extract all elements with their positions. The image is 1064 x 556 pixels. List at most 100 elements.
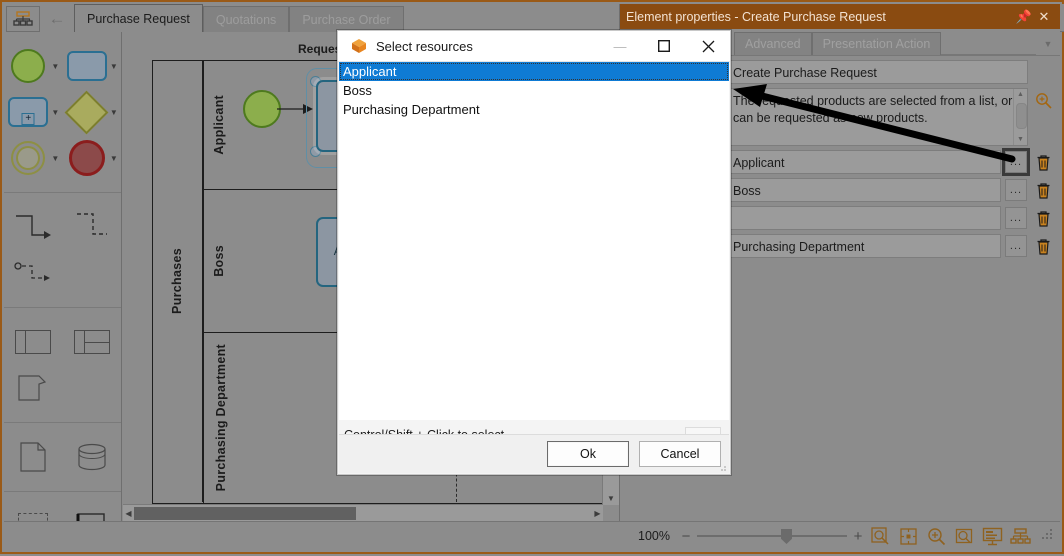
palette-row — [4, 253, 121, 293]
palette-item-lane[interactable] — [7, 322, 59, 362]
palette-item-association[interactable] — [7, 253, 59, 293]
resize-grip-icon[interactable] — [717, 461, 727, 471]
red-circle-icon — [66, 138, 108, 178]
dialog-title-bar[interactable]: Select resources — — [338, 31, 730, 62]
palette-item-sequence-flow[interactable] — [7, 207, 59, 247]
palette-item-message-flow[interactable] — [66, 207, 118, 247]
palette-item-text-annotation[interactable] — [66, 506, 118, 522]
palette-item-task[interactable]: ▼ — [66, 46, 118, 86]
palette-item-group[interactable] — [7, 506, 59, 522]
palette-item-pool[interactable] — [66, 322, 118, 362]
scroll-down-icon[interactable]: ▼ — [603, 491, 619, 505]
select-resources-dialog[interactable]: Select resources — Applicant Boss Purcha… — [337, 30, 731, 475]
palette-group-misc — [4, 492, 121, 522]
description-scrollbar[interactable]: ▲ ▼ — [1013, 89, 1027, 145]
subprocess-icon — [7, 92, 49, 132]
chevron-down-icon[interactable]: ▼ — [110, 154, 118, 163]
name-input[interactable]: Create Purchase Request — [726, 60, 1028, 84]
palette-row — [4, 322, 121, 362]
tab-advanced[interactable]: Advanced — [734, 32, 812, 55]
list-item[interactable]: Boss — [339, 81, 729, 100]
fit-selection-icon[interactable] — [895, 525, 921, 547]
responsible-input[interactable]: Boss — [726, 178, 1001, 202]
annotation-icon — [15, 372, 51, 404]
palette-item-intermediate-event[interactable]: ▼ — [7, 138, 59, 178]
resize-grip-icon[interactable] — [1042, 529, 1056, 543]
double-circle-icon — [7, 138, 49, 178]
trash-icon[interactable] — [1032, 151, 1054, 173]
list-item[interactable]: Applicant — [339, 62, 729, 81]
properties-title-bar: Element properties - Create Purchase Req… — [620, 4, 1060, 29]
palette-item-subprocess[interactable]: ▼ — [7, 92, 59, 132]
trash-icon[interactable] — [1032, 207, 1054, 229]
zoom-slider[interactable] — [697, 528, 847, 544]
description-textarea[interactable]: The requested products are selected from… — [726, 88, 1028, 146]
chevron-down-icon[interactable]: ▼ — [51, 108, 59, 117]
magnifier-plus-icon[interactable] — [1032, 89, 1054, 111]
palette-row — [4, 207, 121, 247]
pin-icon[interactable]: 📌 — [1014, 9, 1034, 25]
zoom-slider-thumb[interactable] — [781, 529, 792, 544]
palette-spacer — [66, 368, 118, 408]
horizontal-scroll-thumb[interactable] — [134, 507, 356, 520]
cancel-button[interactable]: Cancel — [639, 441, 721, 467]
informed-input[interactable]: Purchasing Department — [726, 234, 1001, 258]
zoom-in-tool-icon[interactable] — [923, 525, 949, 547]
zoom-in-button[interactable]: + — [850, 528, 866, 545]
trash-icon[interactable] — [1032, 179, 1054, 201]
zoom-area-icon[interactable] — [951, 525, 977, 547]
rounded-rect-icon — [66, 46, 108, 86]
palette-item-end-event[interactable]: ▼ — [66, 138, 118, 178]
tab-purchase-order[interactable]: Purchase Order — [289, 6, 403, 32]
ok-button[interactable]: Ok — [547, 441, 629, 467]
org-chart-icon[interactable] — [6, 6, 40, 32]
trash-icon[interactable] — [1032, 235, 1054, 257]
scroll-left-icon[interactable]: ◀ — [123, 505, 134, 522]
zoom-selection-icon[interactable] — [867, 525, 893, 547]
pool-label: Purchases — [152, 60, 202, 502]
maximize-button[interactable] — [642, 31, 686, 61]
consulted-input[interactable] — [726, 206, 1001, 230]
chevron-down-icon[interactable]: ▼ — [51, 154, 59, 163]
chevron-down-icon[interactable]: ▼ — [110, 62, 118, 71]
scroll-down-icon[interactable]: ▼ — [1014, 134, 1027, 145]
consulted-browse-button[interactable]: ... — [1005, 207, 1027, 229]
chevron-down-icon[interactable]: ▼ — [51, 62, 59, 71]
close-icon[interactable]: ✕ — [1034, 9, 1054, 25]
palette-group-data — [4, 423, 121, 492]
palette-group-swimlanes — [4, 308, 121, 423]
document-icon — [19, 441, 47, 473]
chevron-down-icon[interactable]: ▼ — [1036, 32, 1060, 55]
list-item[interactable]: Purchasing Department — [339, 100, 729, 119]
dialog-footer: Ok Cancel — [339, 434, 729, 473]
tab-quotations[interactable]: Quotations — [203, 6, 289, 32]
resource-list[interactable]: Applicant Boss Purchasing Department — [339, 62, 729, 421]
responsible-browse-button[interactable]: ... — [1005, 179, 1027, 201]
chevron-down-icon[interactable]: ▼ — [110, 108, 118, 117]
minimize-button[interactable]: — — [598, 31, 642, 61]
palette-item-annotation-bracket[interactable] — [7, 368, 59, 408]
tab-presentation-action[interactable]: Presentation Action — [812, 32, 942, 55]
start-event-node[interactable] — [243, 90, 281, 128]
dialog-title: Select resources — [372, 39, 598, 54]
palette-item-data-store[interactable] — [66, 437, 118, 477]
palette-item-start-event[interactable]: ▼ — [7, 46, 59, 86]
palette-row — [4, 506, 121, 522]
close-button[interactable] — [686, 31, 730, 61]
zoom-out-button[interactable]: − — [678, 528, 694, 545]
scroll-up-icon[interactable]: ▲ — [1014, 89, 1027, 100]
presentation-icon[interactable] — [979, 525, 1005, 547]
performers-browse-button[interactable]: ... — [1005, 151, 1027, 173]
canvas-horizontal-scrollbar[interactable]: ◀ ▶ — [123, 504, 603, 522]
org-chart-icon[interactable] — [1007, 525, 1033, 547]
dashed-flow-icon — [71, 210, 113, 244]
scroll-right-icon[interactable]: ▶ — [592, 505, 603, 522]
performers-input[interactable]: Applicant — [726, 150, 1001, 174]
informed-browse-button[interactable]: ... — [1005, 235, 1027, 257]
association-icon — [12, 260, 54, 286]
palette-item-gateway[interactable]: ▼ — [66, 92, 118, 132]
tab-purchase-request[interactable]: Purchase Request — [74, 4, 203, 32]
scroll-thumb[interactable] — [1016, 103, 1027, 129]
back-arrow-icon[interactable]: ← — [40, 6, 74, 32]
palette-item-data-object[interactable] — [7, 437, 59, 477]
